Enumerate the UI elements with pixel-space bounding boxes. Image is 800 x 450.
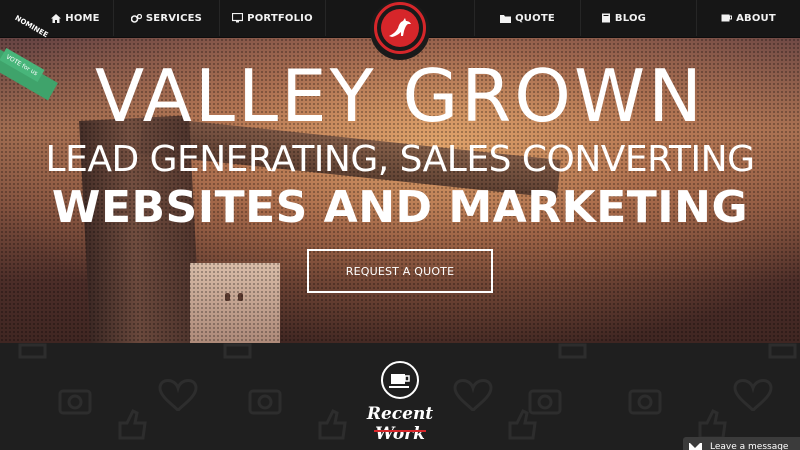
- gears-icon: [130, 13, 142, 23]
- leave-message-widget[interactable]: Leave a message: [683, 437, 800, 450]
- nav-blog[interactable]: BLOG: [580, 0, 666, 36]
- nav-services-label: SERVICES: [145, 12, 203, 24]
- nav-blog-label: BLOG: [614, 12, 647, 24]
- nav-home-label: HOME: [65, 12, 100, 24]
- nav-home[interactable]: HOME: [38, 0, 114, 36]
- hero-headline: VALLEY GROWN: [94, 54, 706, 138]
- nav-quote-label: QUOTE: [515, 12, 555, 24]
- recent-work-section: Recent Work: [0, 343, 800, 450]
- nav-portfolio-label: PORTFOLIO: [247, 12, 313, 24]
- folder-icon: [500, 14, 512, 23]
- hero-section: VALLEY GROWN LEAD GENERATING, SALES CONV…: [0, 38, 800, 343]
- hero-subheadline: LEAD GENERATING, SALES CONVERTING: [45, 139, 755, 180]
- request-quote-button[interactable]: REQUEST A QUOTE: [307, 249, 493, 293]
- site-logo[interactable]: [370, 0, 430, 60]
- nav-about[interactable]: ABOUT: [696, 0, 800, 36]
- monitor-icon: [232, 13, 244, 23]
- nav-quote[interactable]: QUOTE: [474, 0, 580, 36]
- envelope-icon: [689, 442, 702, 450]
- kangaroo-icon: [381, 9, 419, 47]
- book-icon: [601, 13, 611, 23]
- recent-work-title: Recent Work: [366, 404, 434, 444]
- home-icon: [51, 13, 62, 23]
- nav-about-label: ABOUT: [736, 12, 776, 24]
- leave-message-label: Leave a message: [710, 442, 789, 450]
- hero-tagline: WEBSITES AND MARKETING: [51, 182, 749, 233]
- recent-work-underline: [374, 430, 426, 432]
- coffee-icon: [721, 14, 733, 23]
- coffee-cup-icon: [381, 361, 419, 399]
- nav-services[interactable]: SERVICES: [114, 0, 220, 36]
- nav-portfolio[interactable]: PORTFOLIO: [220, 0, 326, 36]
